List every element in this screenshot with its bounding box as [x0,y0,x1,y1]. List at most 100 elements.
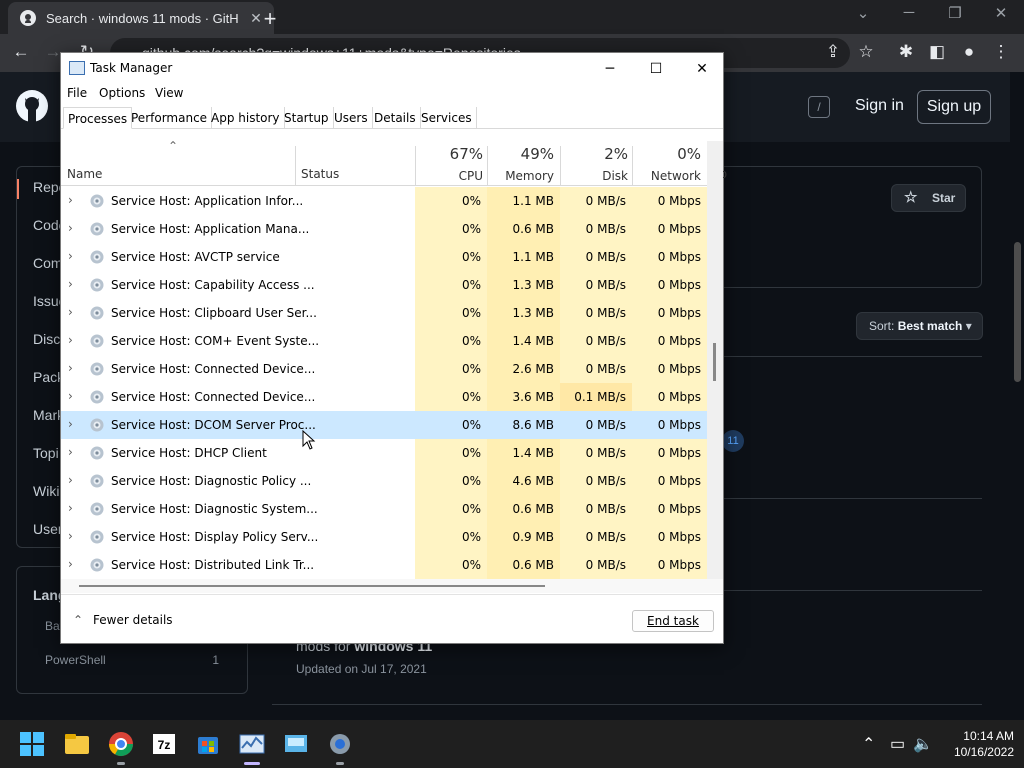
fewer-details-toggle[interactable]: ⌃ Fewer details [73,613,173,627]
side-panel-icon[interactable]: ◧ [926,42,948,62]
volume-icon[interactable]: 🔈 [913,734,933,754]
column-status[interactable]: Status [301,167,339,181]
filter-users[interactable]: User [33,521,63,541]
task-manager-icon[interactable] [236,728,268,765]
expand-chevron-icon[interactable]: › [68,249,73,263]
column-network[interactable]: 0% Network [629,141,701,183]
process-row[interactable]: › Service Host: Distributed Link Tr... 0% 0… [61,551,707,579]
process-row[interactable]: › Service Host: Connected Device... 0% 3.6 … [61,383,707,411]
column-cpu[interactable]: 67% CPU [411,141,483,183]
process-row[interactable]: › Service Host: Diagnostic System... 0% 0.6… [61,495,707,523]
page-scrollbar[interactable] [1010,72,1024,720]
expand-chevron-icon[interactable]: › [68,361,73,375]
bookmark-star-icon[interactable]: ☆ [855,42,877,62]
service-gear-icon [90,278,104,292]
expand-chevron-icon[interactable]: › [68,305,73,319]
language-item[interactable]: PowerShell [45,653,106,667]
store-icon[interactable] [192,728,224,760]
process-row[interactable]: › Service Host: Application Mana... 0% 0.6 … [61,215,707,243]
settings-icon[interactable] [324,728,356,765]
tab-search-icon[interactable]: ⌄ [851,4,875,22]
expand-chevron-icon[interactable]: › [68,557,73,571]
mouse-cursor-icon [302,430,316,450]
column-name[interactable]: Name [67,167,102,181]
process-row[interactable]: › Service Host: Clipboard User Ser... 0% 1.… [61,299,707,327]
star-button[interactable]: ☆ Star [891,184,966,212]
process-row[interactable]: › Service Host: Connected Device... 0% 2.6 … [61,355,707,383]
tab-details[interactable]: Details [370,107,421,129]
process-row[interactable]: › Service Host: Capability Access ... 0% 1.… [61,271,707,299]
expand-chevron-icon[interactable]: › [68,417,73,431]
expand-chevron-icon[interactable]: › [68,193,73,207]
memory-cell: 1.3 MB [487,299,560,327]
github-logo-icon[interactable] [16,90,48,122]
browser-tab[interactable]: Search · windows 11 mods · GitH ✕ [8,2,274,34]
tab-processes[interactable]: Processes [63,107,133,129]
expand-chevron-icon[interactable]: › [68,221,73,235]
minimize-icon[interactable]: ─ [897,4,921,21]
task-manager-titlebar[interactable]: Task Manager ─ ☐ ✕ [61,53,723,83]
expand-chevron-icon[interactable]: › [68,445,73,459]
control-panel-icon[interactable] [280,728,312,760]
back-icon[interactable]: ← [10,42,32,62]
filter-discussions[interactable]: Disc [33,331,60,351]
profile-icon[interactable]: ● [958,42,980,62]
column-divider[interactable] [295,146,296,186]
process-row[interactable]: › Service Host: Application Infor... 0% 1.1… [61,187,707,215]
topic-badge[interactable]: 11 [722,430,744,452]
close-window-icon[interactable]: ✕ [989,4,1013,22]
process-row[interactable]: › Service Host: DCOM Server Proc... 0% 8.6 … [61,411,707,439]
sort-dropdown[interactable]: Sort: Best match ▾ [856,312,983,340]
process-row[interactable]: › Service Host: COM+ Event Syste... 0% 1.4 … [61,327,707,355]
filter-topics[interactable]: Topi [33,445,59,465]
close-icon[interactable]: ✕ [679,57,725,81]
tab-services[interactable]: Services [417,107,477,129]
restore-icon[interactable]: ❐ [943,4,967,22]
extensions-icon[interactable]: ✱ [895,42,917,62]
column-disk[interactable]: 2% Disk [556,141,628,183]
menu-options[interactable]: Options [99,86,145,100]
expand-chevron-icon[interactable]: › [68,473,73,487]
tab-performance[interactable]: Performance [127,107,213,129]
share-icon[interactable]: ⇪ [822,42,844,62]
page-scrollbar-thumb[interactable] [1014,242,1021,382]
process-row[interactable]: › Service Host: AVCTP service 0% 1.1 MB 0 MB… [61,243,707,271]
tab-startup[interactable]: Startup [280,107,334,129]
process-row[interactable]: › Service Host: Diagnostic Policy ... 0% 4.… [61,467,707,495]
process-row[interactable]: › Service Host: Display Policy Serv... 0% 0… [61,523,707,551]
sign-in-link[interactable]: Sign in [855,97,904,115]
filter-wikis[interactable]: Wiki [33,483,59,503]
sign-up-button[interactable]: Sign up [917,90,991,124]
svg-text:7z: 7z [158,738,171,752]
menu-file[interactable]: File [67,86,87,100]
expand-chevron-icon[interactable]: › [68,529,73,543]
expand-chevron-icon[interactable]: › [68,333,73,347]
minimize-icon[interactable]: ─ [587,57,633,81]
show-hidden-icons-icon[interactable]: ⌃ [862,734,875,754]
menu-view[interactable]: View [155,86,183,100]
filter-commits[interactable]: Com [33,255,63,275]
menu-kebab-icon[interactable]: ⋮ [990,42,1012,62]
expand-chevron-icon[interactable]: › [68,277,73,291]
start-icon[interactable] [16,728,48,760]
horizontal-scrollbar[interactable] [61,579,723,593]
cpu-cell: 0% [415,187,487,215]
process-list-scrollbar[interactable] [707,141,723,579]
end-task-button[interactable]: End task [632,610,714,632]
clock[interactable]: 10:14 AM 10/16/2022 [944,728,1014,760]
file-explorer-icon[interactable] [61,728,93,760]
7zip-icon[interactable]: 7z [148,728,180,760]
cpu-cell: 0% [415,299,487,327]
tab-users[interactable]: Users [330,107,373,129]
maximize-icon[interactable]: ☐ [633,57,679,81]
horizontal-scrollbar-thumb[interactable] [79,585,545,587]
column-memory[interactable]: 49% Memory [482,141,554,183]
network-icon[interactable]: ▭ [890,734,905,754]
chrome-icon[interactable] [105,728,137,765]
expand-chevron-icon[interactable]: › [68,501,73,515]
scrollbar-thumb[interactable] [713,343,716,381]
process-row[interactable]: › Service Host: DHCP Client 0% 1.4 MB 0 MB/s… [61,439,707,467]
expand-chevron-icon[interactable]: › [68,389,73,403]
tab-app-history[interactable]: App history [207,107,285,129]
new-tab-icon[interactable]: + [259,6,281,32]
